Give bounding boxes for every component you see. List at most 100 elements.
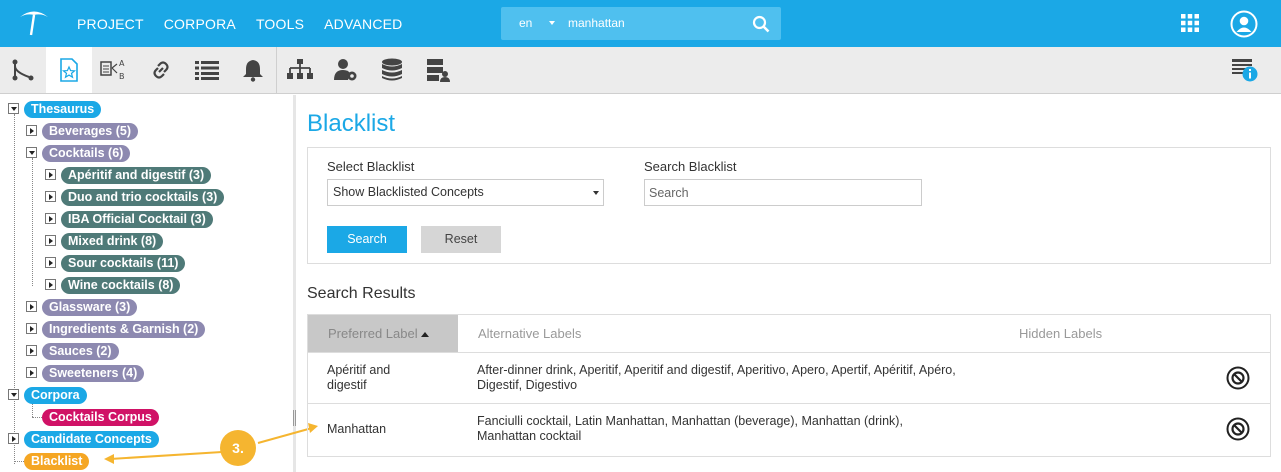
select-blacklist-label: Select Blacklist [327, 159, 415, 174]
menu-corpora[interactable]: CORPORA [164, 16, 236, 32]
search-blacklist-label: Search Blacklist [644, 159, 737, 174]
poolparty-logo[interactable] [18, 8, 50, 38]
tree-connector [32, 158, 33, 286]
tree-toggle-corpora[interactable] [8, 389, 19, 400]
cell-preferred: Manhattan [327, 422, 457, 437]
tree-node-glassware[interactable]: Glassware (3) [42, 299, 138, 316]
tree-connector [14, 114, 15, 464]
link-icon [153, 61, 169, 79]
tree-toggle-candidate[interactable] [8, 433, 19, 444]
apps-grid-icon[interactable] [1181, 14, 1199, 32]
tree-node-thesaurus[interactable]: Thesaurus [24, 101, 102, 118]
chevron-down-icon[interactable] [549, 21, 555, 25]
tree-toggle-aperitif[interactable] [45, 169, 56, 180]
column-header-preferred[interactable]: Preferred Label [308, 315, 458, 352]
tree-connector [32, 417, 42, 418]
tool-list[interactable] [184, 47, 230, 93]
remove-from-blacklist-icon[interactable] [1226, 366, 1250, 390]
tree-toggle-cocktails[interactable] [26, 147, 37, 158]
table-row[interactable]: Apéritif and digestif After-dinner drink… [308, 352, 1270, 403]
tool-schema[interactable] [277, 47, 323, 93]
tree-toggle-sweeteners[interactable] [26, 367, 37, 378]
database-icon [382, 58, 402, 81]
tree-node-cocktails-corpus[interactable]: Cocktails Corpus [42, 409, 159, 426]
results-table: Preferred Label Alternative Labels Hidde… [307, 314, 1271, 457]
column-header-hidden[interactable]: Hidden Labels [1019, 315, 1102, 352]
tool-database[interactable] [369, 47, 415, 93]
cell-alternative-line: Digestif, Digestivo [477, 378, 578, 392]
tree-node-mixed[interactable]: Mixed drink (8) [61, 233, 164, 250]
tree-toggle-iba[interactable] [45, 213, 56, 224]
tool-user-settings[interactable] [323, 47, 369, 93]
language-select[interactable]: en [519, 16, 532, 30]
cell-preferred: Apéritif and digestif [327, 363, 457, 393]
tree-node-cocktails[interactable]: Cocktails (6) [42, 145, 131, 162]
sort-ascending-icon [420, 332, 429, 338]
chevron-down-icon [593, 191, 599, 195]
tool-mapping[interactable]: A B [92, 47, 138, 93]
step-badge: 3. [220, 430, 256, 466]
tree-toggle-ingredients[interactable] [26, 323, 37, 334]
cell-preferred-line: digestif [327, 378, 367, 392]
results-title: Search Results [307, 285, 416, 302]
tree-node-ingredients[interactable]: Ingredients & Garnish (2) [42, 321, 206, 338]
search-icon[interactable] [752, 15, 770, 33]
tool-info-panel[interactable] [1222, 47, 1268, 93]
tree-node-aperitif[interactable]: Apéritif and digestif (3) [61, 167, 212, 184]
tree-toggle-beverages[interactable] [26, 125, 37, 136]
table-row[interactable]: Manhattan Fanciulli cocktail, Latin Manh… [308, 403, 1270, 456]
cell-preferred-line: Apéritif and [327, 363, 391, 377]
splitter-grip[interactable] [293, 410, 296, 426]
blacklist-search-input[interactable] [644, 179, 922, 206]
global-search-input[interactable]: manhattan [568, 16, 625, 30]
tree-node-beverages[interactable]: Beverages (5) [42, 123, 138, 140]
info-list-icon [1232, 59, 1258, 82]
tree-toggle-wine[interactable] [45, 279, 56, 290]
svg-text:B: B [119, 72, 125, 81]
tree-node-sweeteners[interactable]: Sweeteners (4) [42, 365, 145, 382]
tree-node-sauces[interactable]: Sauces (2) [42, 343, 119, 360]
remove-from-blacklist-icon[interactable] [1226, 417, 1250, 441]
tool-notifications[interactable] [230, 47, 276, 93]
user-avatar-icon[interactable] [1230, 10, 1258, 38]
tool-server-users[interactable] [415, 47, 461, 93]
cell-alternative: Fanciulli cocktail, Latin Manhattan, Man… [477, 414, 1017, 444]
reset-button[interactable]: Reset [421, 226, 501, 253]
document-ab-icon: A B [100, 59, 125, 81]
blacklist-select[interactable]: Show Blacklisted Concepts [327, 179, 604, 206]
tool-thesaurus[interactable] [46, 47, 92, 93]
menu-advanced[interactable]: ADVANCED [324, 16, 402, 32]
tree-node-wine[interactable]: Wine cocktails (8) [61, 277, 181, 294]
search-button[interactable]: Search [327, 226, 407, 253]
blacklist-select-value: Show Blacklisted Concepts [333, 185, 484, 199]
cell-alternative-line: After-dinner drink, Aperitif, Aperitif a… [477, 363, 956, 377]
tree-node-corpora[interactable]: Corpora [24, 387, 87, 404]
tree-toggle-thesaurus[interactable] [8, 103, 19, 114]
tree-node-candidate-concepts[interactable]: Candidate Concepts [24, 431, 159, 448]
tree-toggle-glassware[interactable] [26, 301, 37, 312]
sitemap-icon [287, 59, 313, 79]
module-toolbar: A B [0, 47, 1281, 94]
tree-node-duo[interactable]: Duo and trio cocktails (3) [61, 189, 225, 206]
cell-alternative-line: Fanciulli cocktail, Latin Manhattan, Man… [477, 414, 903, 428]
user-gear-icon [334, 59, 357, 81]
tool-links[interactable] [138, 47, 184, 93]
tree-toggle-mixed[interactable] [45, 235, 56, 246]
cell-preferred-line: Manhattan [327, 422, 387, 436]
tree-node-blacklist[interactable]: Blacklist [24, 453, 90, 470]
tree-toggle-duo[interactable] [45, 191, 56, 202]
flow-icon [12, 59, 34, 81]
list-icon [195, 61, 219, 80]
column-header-preferred-label: Preferred Label [328, 326, 418, 341]
tree-toggle-sauces[interactable] [26, 345, 37, 356]
menu-project[interactable]: PROJECT [77, 16, 144, 32]
cell-alternative: After-dinner drink, Aperitif, Aperitif a… [477, 363, 1017, 393]
menu-tools[interactable]: TOOLS [256, 16, 304, 32]
tree-node-iba[interactable]: IBA Official Cocktail (3) [61, 211, 213, 228]
tree-node-sour[interactable]: Sour cocktails (11) [61, 255, 186, 272]
tool-hierarchy[interactable] [0, 47, 46, 93]
bell-icon [243, 60, 263, 82]
cell-alternative-line: Manhattan cocktail [477, 429, 582, 443]
column-header-alternative[interactable]: Alternative Labels [478, 315, 581, 352]
tree-toggle-sour[interactable] [45, 257, 56, 268]
